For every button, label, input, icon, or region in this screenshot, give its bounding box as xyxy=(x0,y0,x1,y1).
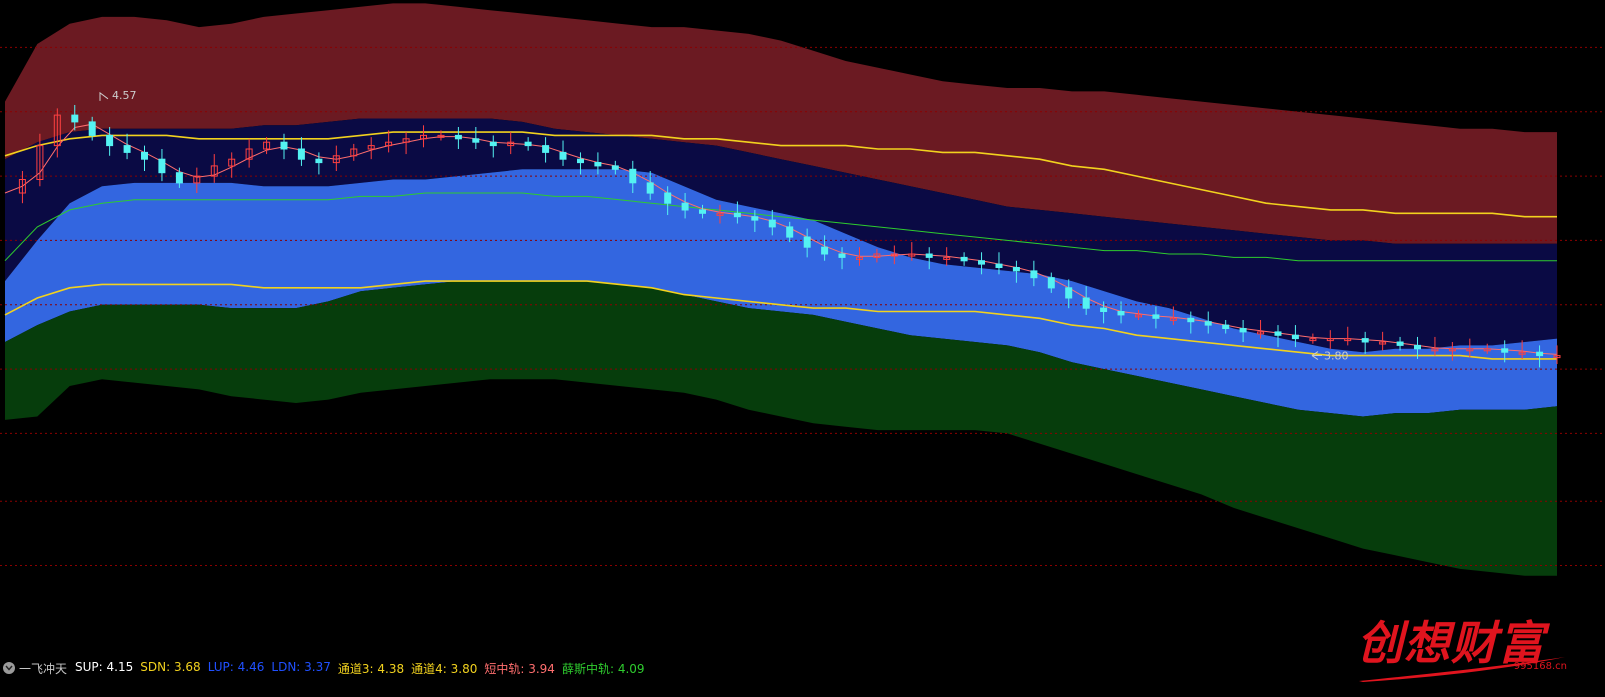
candle-down xyxy=(1274,331,1282,336)
candle-down xyxy=(978,260,985,265)
indicator-value: 4.15 xyxy=(102,659,134,674)
candle-down xyxy=(995,263,1003,269)
indicator-value-1: SDN: 3.68 xyxy=(140,660,200,677)
indicator-value: 4.46 xyxy=(233,659,265,674)
candle-down xyxy=(1187,317,1195,323)
indicator-value-5: 通道4: 3.80 xyxy=(411,660,477,677)
candle-down xyxy=(960,256,968,262)
indicator-value-3: LDN: 3.37 xyxy=(271,660,331,677)
indicator-label: 薛斯中轨: xyxy=(561,661,614,676)
candle-down xyxy=(1396,341,1404,346)
indicator-value: 4.09 xyxy=(614,661,645,676)
indicator-value-0: SUP: 4.15 xyxy=(75,660,133,677)
candle-down xyxy=(1204,321,1212,326)
candle-down xyxy=(71,114,79,123)
candle-down xyxy=(699,209,706,214)
candle-down xyxy=(733,212,741,218)
brand-watermark: 创想财富 995168.cn xyxy=(1357,607,1567,683)
candle-down xyxy=(1222,324,1230,330)
indicator-value-2: LUP: 4.46 xyxy=(208,660,265,677)
annotation-label-0: 4.57 xyxy=(112,89,137,102)
indicator-label: SUP: xyxy=(75,659,103,674)
candle-down xyxy=(1065,287,1073,299)
indicator-value: 3.94 xyxy=(524,661,555,676)
indicator-label: 通道3: xyxy=(337,661,374,676)
candle-down xyxy=(1239,328,1247,333)
chart-plot: 4.57 3.80 xyxy=(0,3,1605,576)
candle-down xyxy=(1117,311,1125,316)
indicator-name[interactable]: 一飞冲天 xyxy=(19,660,67,677)
candle-down xyxy=(1501,348,1509,353)
candle-down xyxy=(786,226,794,238)
indicator-value: 3.80 xyxy=(446,661,478,676)
candle-down xyxy=(681,202,689,211)
candle-down xyxy=(1414,344,1421,350)
annotation-label-1: 3.80 xyxy=(1324,350,1349,363)
candle-down xyxy=(925,253,933,258)
candle-down xyxy=(751,216,759,221)
candle-down xyxy=(123,145,131,153)
indicator-label: LDN: xyxy=(271,659,301,674)
candle-down xyxy=(524,141,532,147)
candle-down xyxy=(454,134,462,140)
candle-down xyxy=(1152,314,1160,319)
candle-down xyxy=(1291,334,1299,340)
candle-down xyxy=(1361,338,1369,343)
indicator-value: 4.38 xyxy=(373,661,405,676)
candle-down xyxy=(577,158,584,164)
indicator-label: 通道4: xyxy=(411,661,447,676)
candle-down xyxy=(821,246,829,255)
candle-down xyxy=(472,138,480,143)
candle-down xyxy=(768,219,776,228)
candle-down xyxy=(664,192,672,204)
candle-down xyxy=(1082,297,1090,309)
chevron-down-icon[interactable] xyxy=(3,662,15,674)
indicator-value-6: 短中轨: 3.94 xyxy=(484,660,555,677)
indicator-values: SUP: 4.15 SDN: 3.68 LUP: 4.46 LDN: 3.37 通道3:… xyxy=(75,660,652,677)
candle-down xyxy=(1100,307,1108,313)
candle-down xyxy=(175,172,183,184)
watermark-swoosh xyxy=(1359,657,1565,682)
candle-down xyxy=(158,158,166,174)
indicator-label: LUP: xyxy=(207,659,234,674)
candle-down xyxy=(629,168,637,184)
candle-down xyxy=(1047,277,1055,289)
candle-down xyxy=(489,141,497,147)
candle-down xyxy=(280,141,288,150)
indicator-value: 3.68 xyxy=(170,659,201,674)
candle-down xyxy=(315,158,323,164)
candle-down xyxy=(297,148,305,160)
candle-down xyxy=(106,134,114,147)
candle-down xyxy=(542,145,550,153)
candle-down xyxy=(1012,267,1020,272)
candle-down xyxy=(88,121,96,136)
indicator-value-4: 通道3: 4.38 xyxy=(338,660,404,677)
indicator-value-7: 薛斯中轨: 4.09 xyxy=(562,660,645,677)
candle-down xyxy=(611,165,619,170)
candle-down xyxy=(1030,270,1038,279)
candle-down xyxy=(646,182,654,194)
candle-down xyxy=(838,253,846,258)
chart-stage: 4.57 3.80 一飞冲天 SUP: 4.15 SDN: 3.68 LUP: 4.4… xyxy=(0,0,1605,697)
candle-down xyxy=(1536,351,1544,357)
candle-down xyxy=(559,151,567,160)
indicator-value: 3.37 xyxy=(300,659,331,674)
indicator-label: 短中轨: xyxy=(484,661,525,676)
candle-down xyxy=(594,162,602,167)
indicator-label: SDN: xyxy=(140,659,171,674)
candle-down xyxy=(803,236,811,248)
candle-down xyxy=(141,151,148,160)
